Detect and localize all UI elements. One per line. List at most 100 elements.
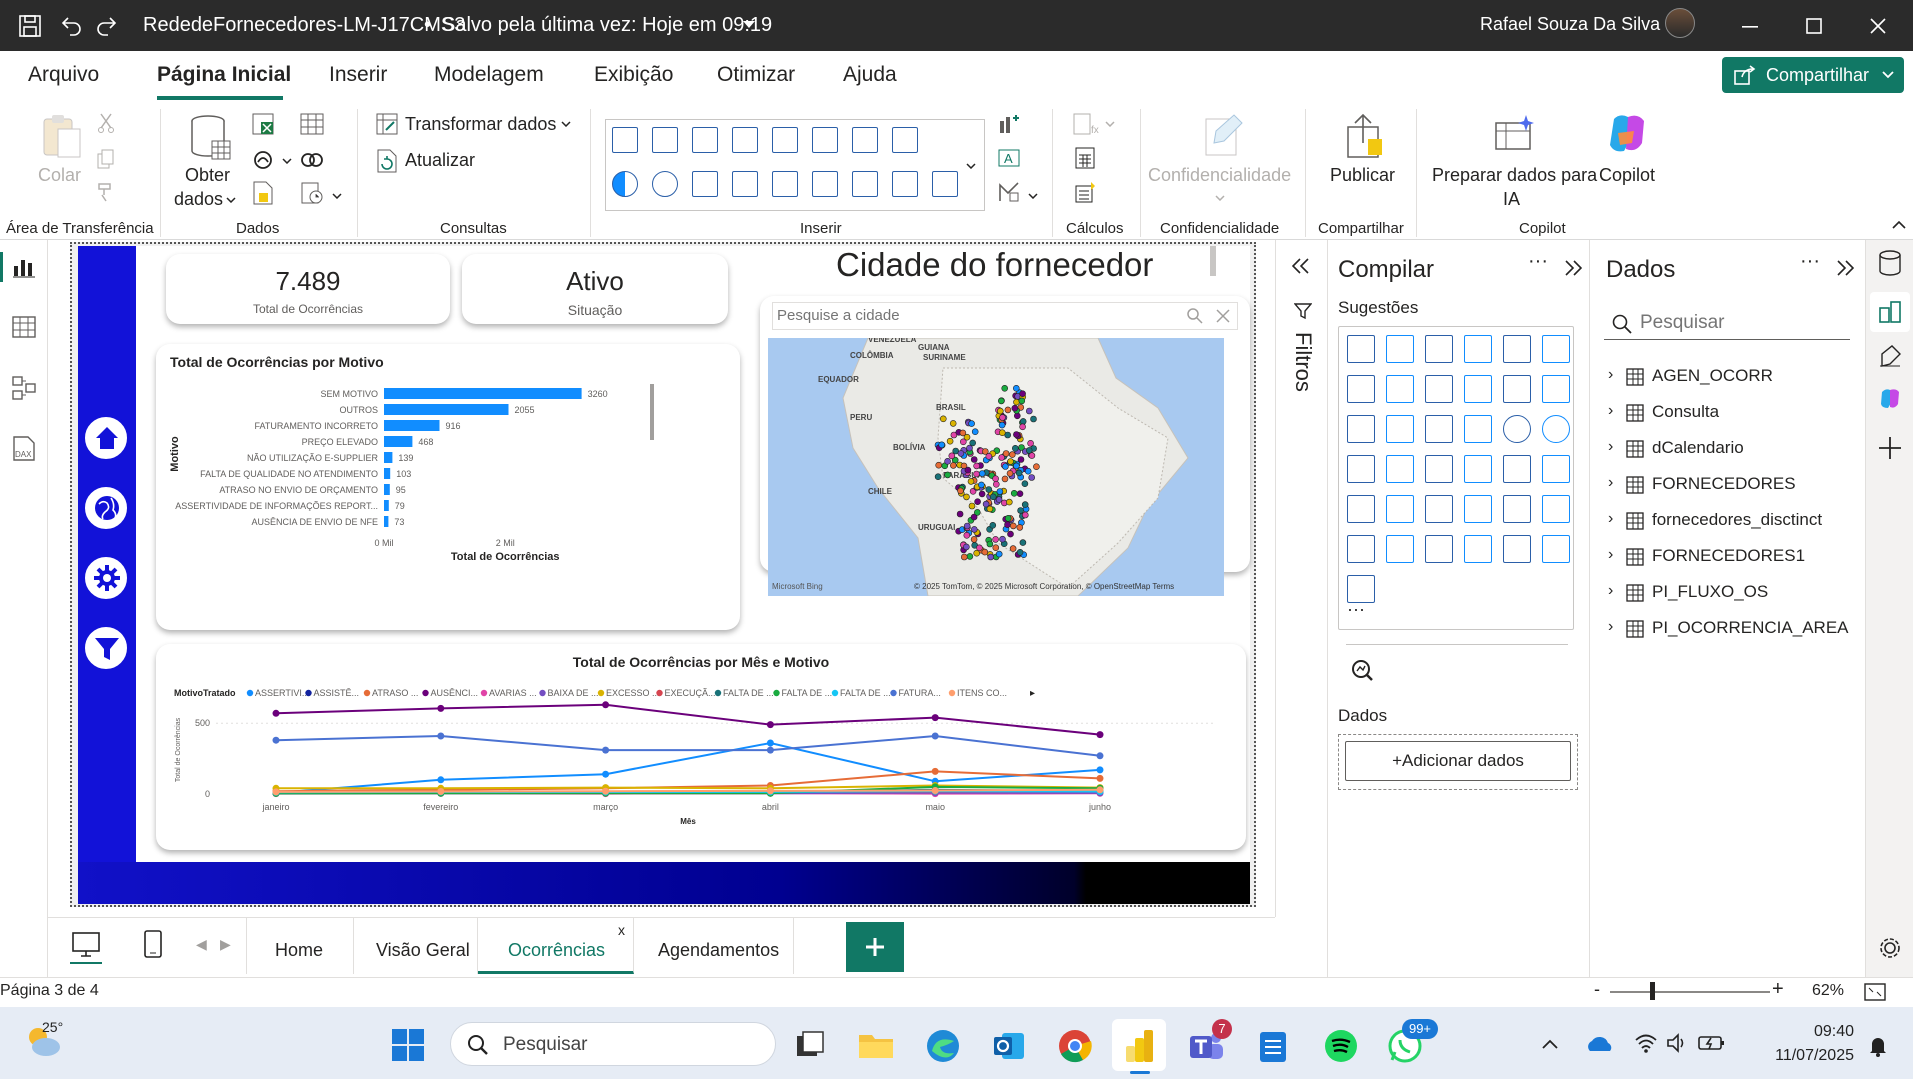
- copilot-label[interactable]: Copilot: [1599, 165, 1655, 186]
- visual-type-icon[interactable]: [1464, 535, 1492, 563]
- chevron-down-icon[interactable]: [1105, 121, 1115, 127]
- prepare-data-icon[interactable]: [1494, 113, 1536, 155]
- get-data-label[interactable]: Obter: [185, 165, 230, 186]
- refresh-button[interactable]: Atualizar: [405, 150, 475, 171]
- chevron-down-icon[interactable]: [282, 158, 292, 164]
- chevron-up-icon[interactable]: [1542, 1039, 1558, 1049]
- cut-icon[interactable]: [96, 113, 116, 133]
- visual-type-icon[interactable]: [1386, 375, 1414, 403]
- chevron-right-icon[interactable]: ›: [1608, 402, 1613, 420]
- visual-type-icon[interactable]: [1503, 415, 1531, 443]
- gauge-icon[interactable]: [772, 171, 798, 197]
- chevron-right-icon[interactable]: ›: [1608, 546, 1613, 564]
- visual-type-icon[interactable]: [1347, 455, 1375, 483]
- clustered-column-icon[interactable]: [652, 127, 678, 153]
- visual-type-icon[interactable]: [1542, 535, 1570, 563]
- publish-label[interactable]: Publicar: [1330, 165, 1395, 186]
- page-tab-visao-geral[interactable]: Visão Geral: [354, 918, 478, 974]
- visual-type-icon[interactable]: [1347, 375, 1375, 403]
- map-card[interactable]: VENEZUELAGUIANA COLÔMBIA SURINAME EQUADOR PE…: [760, 296, 1250, 596]
- volume-icon[interactable]: [1666, 1033, 1688, 1053]
- settings-icon[interactable]: [1878, 936, 1902, 960]
- text-box-icon[interactable]: A: [998, 147, 1020, 169]
- recent-sources-icon[interactable]: [300, 181, 324, 205]
- visual-type-icon[interactable]: [1347, 415, 1375, 443]
- quick-measure-icon[interactable]: [1075, 181, 1097, 203]
- visual-type-icon[interactable]: [1503, 375, 1531, 403]
- chevron-right-icon[interactable]: ›: [1608, 366, 1613, 384]
- nav-button-overview[interactable]: [82, 484, 130, 532]
- maximize-icon[interactable]: [1806, 18, 1822, 34]
- nav-button-filter[interactable]: [82, 624, 130, 672]
- chevron-down-icon[interactable]: [1215, 195, 1225, 201]
- excel-icon[interactable]: [252, 113, 274, 135]
- mobile-layout-icon[interactable]: [144, 930, 162, 958]
- copilot-pane-icon[interactable]: [1878, 388, 1902, 410]
- chevron-down-icon[interactable]: [1028, 193, 1038, 199]
- stacked-bar-icon[interactable]: [612, 127, 638, 153]
- expand-left-icon[interactable]: [1292, 258, 1310, 274]
- more-visuals-dots[interactable]: ···: [1347, 599, 1365, 620]
- page-tab-home[interactable]: Home: [246, 918, 354, 974]
- page-tab-agendamentos[interactable]: Agendamentos: [634, 918, 794, 974]
- visual-type-icon[interactable]: [1542, 495, 1570, 523]
- table-item[interactable]: › PI_FLUXO_OS: [1604, 580, 1854, 608]
- paste-icon[interactable]: [40, 113, 84, 159]
- line-chart-icon[interactable]: [812, 127, 838, 153]
- report-view-icon[interactable]: [12, 256, 36, 278]
- page-tab-ocorrencias[interactable]: Ocorrências x: [478, 918, 634, 974]
- transform-data-icon[interactable]: [376, 113, 398, 135]
- prepare-data-label-2[interactable]: IA: [1503, 189, 1520, 210]
- line-column-icon[interactable]: [772, 127, 798, 153]
- undo-icon[interactable]: [60, 14, 84, 38]
- map-scrollbar[interactable]: [1210, 246, 1216, 276]
- format-painter-icon[interactable]: [96, 181, 118, 203]
- add-page-button[interactable]: [846, 922, 904, 972]
- notepad-icon[interactable]: [1258, 1029, 1288, 1063]
- visual-type-icon[interactable]: [1347, 335, 1375, 363]
- area-chart-icon[interactable]: [852, 127, 878, 153]
- publish-icon[interactable]: [1342, 113, 1386, 159]
- file-explorer-icon[interactable]: [858, 1031, 894, 1059]
- treemap-icon[interactable]: [692, 171, 718, 197]
- battery-icon[interactable]: [1698, 1033, 1726, 1053]
- onelake-icon[interactable]: [252, 149, 274, 171]
- chevron-right-icon[interactable]: ›: [1608, 618, 1613, 636]
- table-icon[interactable]: [300, 113, 324, 135]
- zoom-out-button[interactable]: -: [1594, 979, 1600, 1000]
- format-pane-icon[interactable]: [1878, 344, 1902, 368]
- table-item[interactable]: › AGEN_OCORR: [1604, 364, 1854, 392]
- table-item[interactable]: › Consulta: [1604, 400, 1854, 428]
- chevron-down-icon[interactable]: [226, 197, 236, 203]
- prepare-data-label[interactable]: Preparar dados para: [1432, 165, 1597, 186]
- copilot-icon[interactable]: [1604, 113, 1650, 155]
- multi-row-card-icon[interactable]: [852, 171, 878, 197]
- calculator-icon[interactable]: [1075, 147, 1095, 169]
- refresh-icon[interactable]: [376, 149, 398, 173]
- more-options-icon[interactable]: ···: [1528, 250, 1548, 273]
- donut-chart-icon[interactable]: [652, 171, 678, 197]
- waterfall-icon[interactable]: [892, 127, 918, 153]
- nav-button-occurrences[interactable]: [82, 554, 130, 602]
- visual-type-icon[interactable]: [1425, 535, 1453, 563]
- map-visual-icon[interactable]: [732, 171, 758, 197]
- visual-type-icon[interactable]: [1386, 495, 1414, 523]
- onedrive-icon[interactable]: [1584, 1035, 1614, 1053]
- visual-type-icon[interactable]: [1542, 335, 1570, 363]
- filters-pane[interactable]: Filtros: [1275, 240, 1327, 917]
- visual-type-icon[interactable]: [1425, 415, 1453, 443]
- menu-inserir[interactable]: Inserir: [329, 63, 387, 87]
- collapse-ribbon-icon[interactable]: [1892, 221, 1906, 229]
- chevron-down-icon[interactable]: [332, 193, 342, 199]
- visual-type-icon[interactable]: [1386, 455, 1414, 483]
- menu-ajuda[interactable]: Ajuda: [843, 63, 897, 87]
- visual-type-icon[interactable]: [1464, 455, 1492, 483]
- visual-type-icon[interactable]: [1542, 415, 1570, 443]
- new-visual-icon[interactable]: [998, 113, 1020, 135]
- notification-bell-icon[interactable]: [1868, 1035, 1888, 1057]
- visual-type-icon[interactable]: [1425, 455, 1453, 483]
- task-view-icon[interactable]: [795, 1030, 825, 1058]
- clustered-bar-icon[interactable]: [692, 127, 718, 153]
- more-visuals-icon[interactable]: [998, 181, 1020, 203]
- kpi-card-status[interactable]: Ativo Situação: [462, 254, 728, 324]
